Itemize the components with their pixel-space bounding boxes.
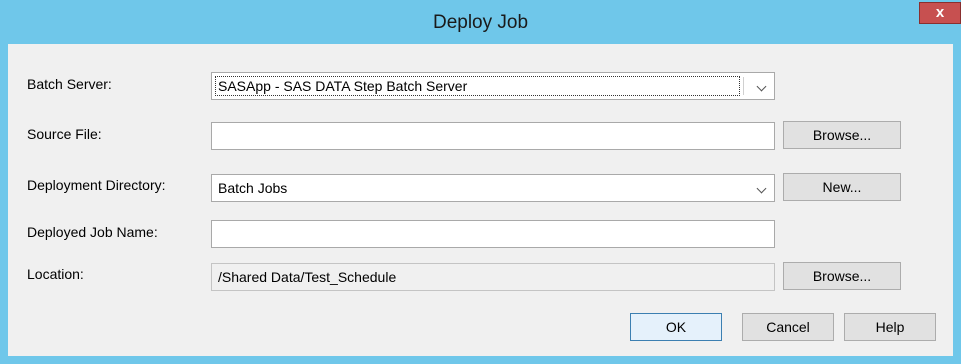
source-browse-button[interactable]: Browse... <box>783 121 901 149</box>
batch-server-select[interactable]: SASApp - SAS DATA Step Batch Server <box>211 72 775 100</box>
new-directory-button[interactable]: New... <box>783 173 901 201</box>
batch-server-label: Batch Server: <box>27 76 112 92</box>
batch-server-value: SASApp - SAS DATA Step Batch Server <box>218 78 468 94</box>
dialog-title: Deploy Job <box>432 12 529 33</box>
source-file-label: Source File: <box>27 126 102 142</box>
combo-divider <box>743 77 744 95</box>
deployment-directory-select[interactable]: Batch Jobs <box>211 174 775 202</box>
deployed-job-name-input[interactable] <box>211 220 775 248</box>
dialog-body: Batch Server: SASApp - SAS DATA Step Bat… <box>8 44 953 356</box>
deployment-directory-value: Batch Jobs <box>218 180 288 196</box>
deploy-job-dialog: Deploy Job x Batch Server: SASApp - SAS … <box>0 0 961 364</box>
deployment-directory-label: Deployment Directory: <box>27 177 166 193</box>
close-icon: x <box>935 4 945 21</box>
help-button[interactable]: Help <box>844 313 936 341</box>
location-label: Location: <box>27 266 84 282</box>
title-bar[interactable]: Deploy Job x <box>0 0 961 44</box>
close-button[interactable]: x <box>919 2 961 24</box>
location-field: /Shared Data/Test_Schedule <box>211 263 775 291</box>
chevron-down-icon[interactable] <box>756 183 767 194</box>
location-browse-button[interactable]: Browse... <box>783 262 901 290</box>
ok-button[interactable]: OK <box>630 313 722 341</box>
cancel-button[interactable]: Cancel <box>742 313 834 341</box>
deployed-job-name-label: Deployed Job Name: <box>27 224 158 240</box>
chevron-down-icon[interactable] <box>756 81 767 92</box>
source-file-input[interactable] <box>211 122 775 150</box>
